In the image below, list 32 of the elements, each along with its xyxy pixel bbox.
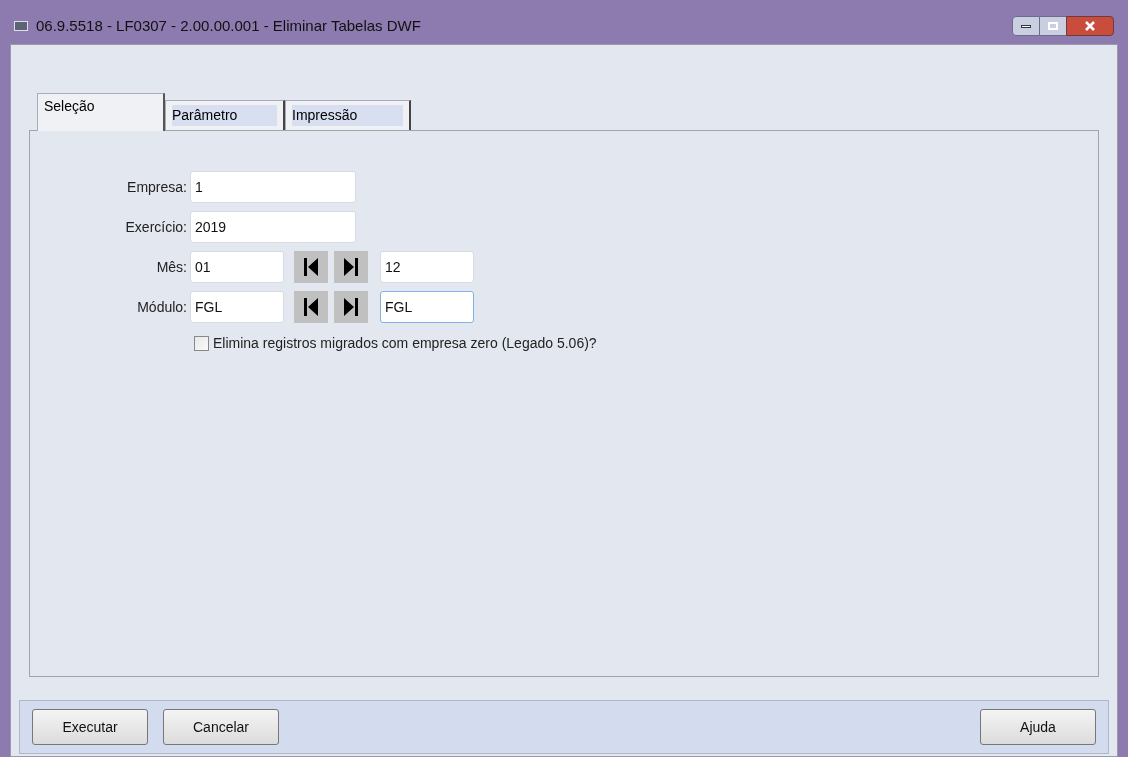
app-icon bbox=[14, 21, 28, 31]
input-field[interactable]: 12 bbox=[380, 251, 474, 283]
help-button[interactable]: Ajuda bbox=[980, 709, 1096, 745]
window-title: 06.9.5518 - LF0307 - 2.00.00.001 - Eliminar Tabelas DWF bbox=[36, 15, 421, 36]
checkbox-label: Elimina registros migrados com empresa zero (Legado 5.06)? bbox=[213, 334, 597, 353]
field-label: Empresa: bbox=[126, 177, 188, 197]
first-icon bbox=[303, 257, 319, 277]
first-button[interactable] bbox=[294, 291, 328, 323]
first-icon bbox=[303, 297, 319, 317]
last-button[interactable] bbox=[334, 291, 368, 323]
input-field[interactable]: 2019 bbox=[190, 211, 356, 243]
last-icon bbox=[343, 257, 359, 277]
last-button[interactable] bbox=[334, 251, 368, 283]
minimize-button[interactable] bbox=[1012, 16, 1040, 36]
field-label: Módulo: bbox=[136, 297, 188, 317]
input-field[interactable]: FGL bbox=[190, 291, 284, 323]
input-field[interactable]: FGL bbox=[380, 291, 474, 323]
checkbox[interactable] bbox=[194, 336, 209, 351]
input-field[interactable]: 01 bbox=[190, 251, 284, 283]
tab[interactable]: Parâmetro bbox=[165, 100, 285, 130]
close-button[interactable] bbox=[1066, 16, 1114, 36]
last-icon bbox=[343, 297, 359, 317]
maximize-button[interactable] bbox=[1040, 16, 1066, 36]
input-field[interactable]: 1 bbox=[190, 171, 356, 203]
first-button[interactable] bbox=[294, 251, 328, 283]
field-label: Exercício: bbox=[124, 217, 188, 237]
action-button[interactable]: Executar bbox=[32, 709, 148, 745]
tab[interactable]: Seleção bbox=[37, 93, 165, 131]
tab[interactable]: Impressão bbox=[285, 100, 411, 130]
close-icon bbox=[1085, 21, 1095, 31]
field-label: Mês: bbox=[155, 257, 188, 277]
action-button[interactable]: Cancelar bbox=[163, 709, 279, 745]
